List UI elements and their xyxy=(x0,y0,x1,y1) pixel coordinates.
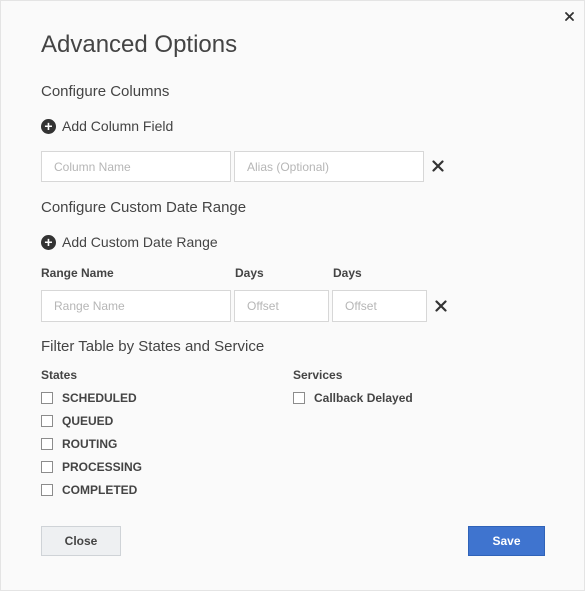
checkbox[interactable] xyxy=(41,392,53,404)
add-custom-date-range-label: Add Custom Date Range xyxy=(62,234,218,250)
state-label: QUEUED xyxy=(62,414,114,428)
configure-columns-title: Configure Columns xyxy=(41,83,170,100)
state-checkbox-processing[interactable]: PROCESSING xyxy=(41,460,142,474)
alias-input[interactable] xyxy=(234,151,424,182)
state-checkbox-completed[interactable]: COMPLETED xyxy=(41,483,137,497)
state-checkbox-routing[interactable]: ROUTING xyxy=(41,437,117,451)
close-icon[interactable] xyxy=(562,9,576,23)
plus-circle-icon: + xyxy=(41,234,56,250)
checkbox[interactable] xyxy=(293,392,305,404)
dialog-title: Advanced Options xyxy=(41,31,238,58)
close-button[interactable]: Close xyxy=(41,526,121,556)
services-header: Services xyxy=(293,368,343,382)
remove-column-icon[interactable] xyxy=(431,159,445,173)
state-label: PROCESSING xyxy=(62,460,143,474)
save-button[interactable]: Save xyxy=(468,526,545,556)
days-header: Days xyxy=(333,266,362,280)
remove-date-range-icon[interactable] xyxy=(434,299,448,313)
range-name-input[interactable] xyxy=(41,290,231,322)
days-offset-input-1[interactable] xyxy=(234,290,329,322)
range-name-header: Range Name xyxy=(41,266,114,280)
add-column-field-label: Add Column Field xyxy=(62,118,174,134)
service-checkbox-callback-delayed[interactable]: Callback Delayed xyxy=(293,391,413,405)
state-checkbox-queued[interactable]: QUEUED xyxy=(41,414,113,428)
plus-circle-icon: + xyxy=(41,118,56,134)
add-custom-date-range-button[interactable]: + Add Custom Date Range xyxy=(41,234,218,250)
column-name-input[interactable] xyxy=(41,151,231,182)
advanced-options-dialog: Advanced Options Configure Columns + Add… xyxy=(0,0,585,591)
checkbox[interactable] xyxy=(41,415,53,427)
days-header: Days xyxy=(235,266,264,280)
configure-date-range-title: Configure Custom Date Range xyxy=(41,199,247,216)
state-label: ROUTING xyxy=(62,437,118,451)
add-column-field-button[interactable]: + Add Column Field xyxy=(41,118,173,134)
days-offset-input-2[interactable] xyxy=(332,290,427,322)
service-label: Callback Delayed xyxy=(314,391,413,405)
state-label: COMPLETED xyxy=(62,483,138,497)
filter-section-title: Filter Table by States and Service xyxy=(41,338,265,355)
states-header: States xyxy=(41,368,78,382)
checkbox[interactable] xyxy=(41,484,53,496)
checkbox[interactable] xyxy=(41,438,53,450)
state-checkbox-scheduled[interactable]: SCHEDULED xyxy=(41,391,137,405)
state-label: SCHEDULED xyxy=(62,391,137,405)
checkbox[interactable] xyxy=(41,461,53,473)
